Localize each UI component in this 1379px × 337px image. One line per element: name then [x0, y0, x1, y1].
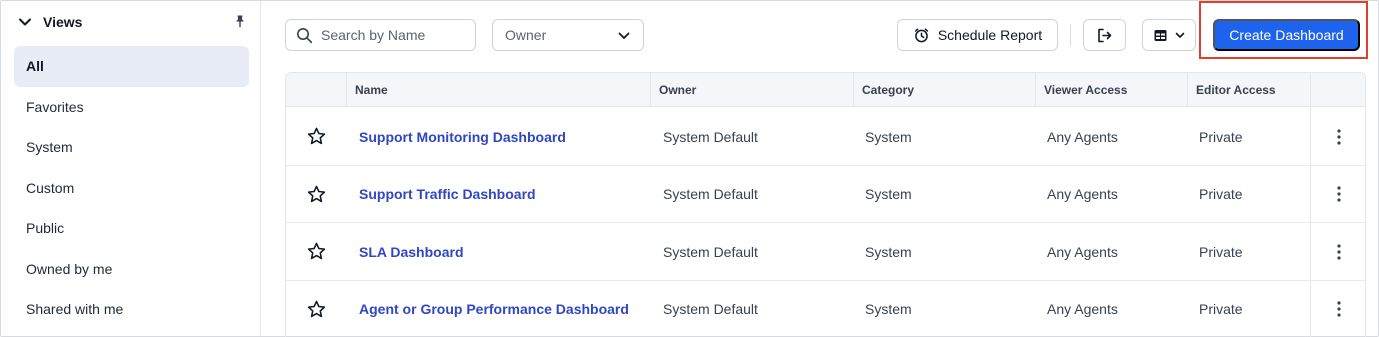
owner-cell: System Default [663, 186, 758, 202]
sidebar-item-owned-by-me[interactable]: Owned by me [14, 249, 249, 290]
layout-menu-button[interactable] [1142, 19, 1196, 51]
sidebar-item-public[interactable]: Public [14, 208, 249, 249]
chevron-down-icon[interactable] [17, 14, 33, 30]
dashboards-table: Name Owner Category Viewer Access Editor… [285, 72, 1366, 337]
pin-icon[interactable] [233, 14, 247, 28]
owner-cell: System Default [663, 301, 758, 317]
column-header-actions [1310, 73, 1365, 107]
kebab-icon [1336, 186, 1341, 202]
schedule-icon [914, 27, 928, 42]
viewer-access-cell: Any Agents [1047, 186, 1118, 202]
kebab-icon [1336, 243, 1341, 260]
viewer-access-cell: Any Agents [1047, 301, 1118, 317]
toolbar-divider [1070, 24, 1071, 46]
category-cell: System [865, 186, 912, 202]
owner-filter-select[interactable]: Owner [492, 19, 644, 51]
kebab-icon [1336, 301, 1341, 317]
viewer-access-cell: Any Agents [1047, 243, 1118, 260]
owner-filter-value: Owner [505, 27, 547, 43]
table-header: Name Owner Category Viewer Access Editor… [286, 73, 1365, 107]
viewer-access-cell: Any Agents [1047, 128, 1118, 145]
layout-icon [1154, 29, 1166, 41]
category-cell: System [865, 128, 912, 145]
schedule-report-label: Schedule Report [937, 27, 1043, 43]
star-icon[interactable] [306, 126, 327, 147]
dashboard-name-link[interactable]: SLA Dashboard [359, 223, 464, 280]
row-actions-button[interactable] [1310, 165, 1365, 223]
create-dashboard-button[interactable]: Create Dashboard [1213, 19, 1360, 51]
export-icon [1098, 28, 1112, 42]
column-header-owner[interactable]: Owner [650, 73, 853, 107]
column-header-category[interactable]: Category [853, 73, 1035, 107]
editor-access-cell: Private [1199, 186, 1243, 202]
editor-access-cell: Private [1199, 301, 1243, 317]
sidebar-item-favorites[interactable]: Favorites [14, 87, 249, 128]
chevron-down-icon [1175, 32, 1184, 38]
owner-cell: System Default [663, 128, 758, 145]
owner-cell: System Default [663, 243, 758, 260]
dashboard-name-link[interactable]: Agent or Group Performance Dashboard [359, 281, 629, 337]
search-box[interactable] [285, 19, 476, 51]
kebab-icon [1336, 128, 1341, 145]
views-header[interactable]: Views [15, 11, 249, 33]
sidebar-item-shared-with-me[interactable]: Shared with me [14, 289, 249, 330]
row-actions-button[interactable] [1310, 108, 1365, 165]
editor-access-cell: Private [1199, 243, 1243, 260]
schedule-report-button[interactable]: Schedule Report [897, 19, 1058, 51]
table-row[interactable]: Support Traffic Dashboard System Default S… [286, 165, 1365, 223]
table-row[interactable]: Agent or Group Performance Dashboard Syst… [286, 280, 1365, 337]
editor-access-cell: Private [1199, 128, 1243, 145]
star-icon[interactable] [306, 299, 327, 320]
category-cell: System [865, 243, 912, 260]
export-button[interactable] [1083, 19, 1126, 51]
views-sidebar: Views All Favorites System Custom Public… [1, 1, 261, 336]
sidebar-item-system[interactable]: System [14, 127, 249, 168]
sidebar-item-custom[interactable]: Custom [14, 168, 249, 209]
dashboard-name-link[interactable]: Support Traffic Dashboard [359, 166, 536, 223]
sidebar-item-all[interactable]: All [14, 46, 249, 87]
star-icon[interactable] [306, 241, 327, 262]
views-title: Views [43, 14, 83, 30]
views-list: All Favorites System Custom Public Owned… [14, 46, 249, 330]
search-icon [297, 27, 313, 43]
table-row[interactable]: Support Monitoring Dashboard System Defau… [286, 108, 1365, 166]
caret-down-icon [618, 32, 630, 39]
column-header-viewer-access[interactable]: Viewer Access [1035, 73, 1187, 107]
star-icon[interactable] [306, 184, 327, 205]
search-input[interactable] [321, 27, 461, 43]
table-row[interactable]: SLA Dashboard System Default System Any Age… [286, 223, 1365, 281]
column-header-editor-access[interactable]: Editor Access [1187, 73, 1310, 107]
column-header-name[interactable]: Name [346, 73, 650, 107]
dashboard-name-link[interactable]: Support Monitoring Dashboard [359, 108, 566, 165]
row-actions-button[interactable] [1310, 280, 1365, 337]
row-actions-button[interactable] [1310, 223, 1365, 280]
category-cell: System [865, 301, 912, 317]
